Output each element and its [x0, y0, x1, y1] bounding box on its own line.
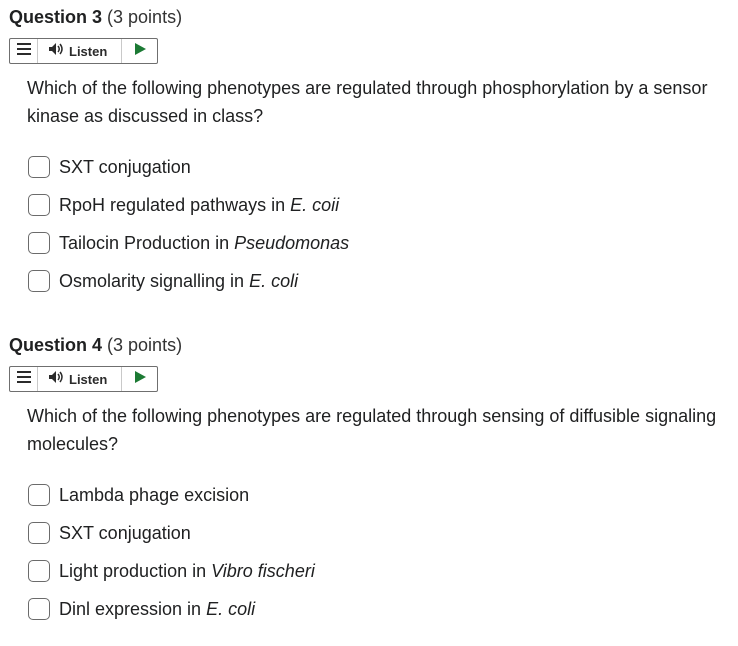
listen-label: Listen	[69, 43, 108, 59]
answer-checkbox[interactable]	[28, 194, 50, 216]
question-name: Question 4	[9, 335, 103, 355]
answer-text: SXT conjugation	[59, 523, 191, 543]
answer-option[interactable]: Light production in Vibro fischeri	[28, 558, 315, 584]
listen-menu-button[interactable]	[10, 39, 38, 63]
question-text: Which of the following phenotypes are re…	[27, 406, 717, 454]
answer-option[interactable]: Dinl expression in E. coli	[28, 596, 255, 622]
answer-text: Lambda phage excision	[59, 485, 250, 505]
answer-text: SXT conjugation	[59, 157, 191, 177]
answer-checkbox[interactable]	[28, 232, 50, 254]
question-name: Question 3	[9, 7, 103, 27]
question-points: (3 points)	[107, 7, 183, 27]
listen-toolbar: Listen	[9, 38, 158, 64]
menu-icon	[16, 370, 31, 388]
listen-label: Listen	[69, 371, 108, 387]
question-points: (3 points)	[107, 335, 183, 355]
answer-text: Dinl expression in E. coli	[59, 599, 256, 619]
listen-button[interactable]: Listen	[38, 39, 122, 63]
answer-option[interactable]: Osmolarity signalling in E. coli	[28, 268, 298, 294]
answer-checkbox[interactable]	[28, 522, 50, 544]
answer-option[interactable]: RpoH regulated pathways in E. coii	[28, 192, 339, 218]
answer-option[interactable]: Tailocin Production in Pseudomonas	[28, 230, 349, 256]
speaker-icon	[48, 370, 64, 389]
listen-toolbar: Listen	[9, 366, 158, 392]
listen-menu-button[interactable]	[10, 367, 38, 391]
play-icon	[134, 42, 146, 60]
answer-option[interactable]: SXT conjugation	[28, 154, 191, 180]
play-button[interactable]	[122, 39, 157, 63]
answer-option[interactable]: SXT conjugation	[28, 520, 191, 546]
answer-checkbox[interactable]	[28, 270, 50, 292]
answer-text: Tailocin Production in Pseudomonas	[59, 233, 350, 253]
answer-text: Light production in Vibro fischeri	[59, 561, 315, 581]
question-title: Question 3 (3 points)	[9, 6, 182, 28]
menu-icon	[16, 42, 31, 60]
play-button[interactable]	[122, 367, 157, 391]
question-text: Which of the following phenotypes are re…	[27, 78, 708, 126]
answer-checkbox[interactable]	[28, 484, 50, 506]
answer-checkbox[interactable]	[28, 156, 50, 178]
play-icon	[134, 370, 146, 388]
answer-checkbox[interactable]	[28, 560, 50, 582]
listen-button[interactable]: Listen	[38, 367, 122, 391]
answer-text: Osmolarity signalling in E. coli	[59, 271, 299, 291]
answer-checkbox[interactable]	[28, 598, 50, 620]
answer-option[interactable]: Lambda phage excision	[28, 482, 249, 508]
speaker-icon	[48, 42, 64, 61]
answer-text: RpoH regulated pathways in E. coii	[59, 195, 340, 215]
question-title: Question 4 (3 points)	[9, 334, 182, 356]
